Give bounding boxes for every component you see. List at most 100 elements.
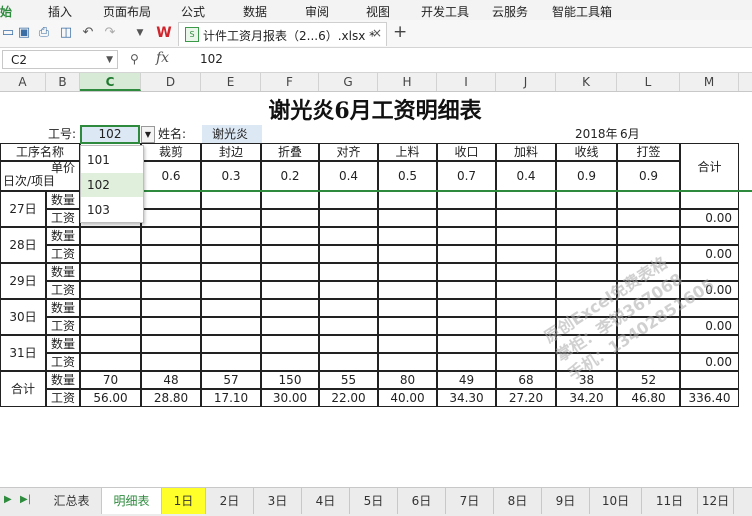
sheet-tab-0[interactable]: 汇总表 bbox=[42, 488, 102, 514]
fx-icon[interactable]: fx bbox=[156, 50, 169, 66]
data-cell[interactable] bbox=[319, 299, 378, 317]
column-header-a[interactable]: A bbox=[0, 73, 46, 91]
data-cell[interactable] bbox=[617, 191, 680, 209]
customize-dropdown-icon[interactable]: ▼ bbox=[132, 25, 148, 41]
data-cell[interactable] bbox=[617, 263, 680, 281]
cell-dropdown-button[interactable]: ▼ bbox=[141, 126, 155, 143]
day-total-2[interactable]: 0.00 bbox=[680, 281, 739, 299]
data-cell[interactable] bbox=[141, 335, 201, 353]
data-cell[interactable] bbox=[319, 317, 378, 335]
data-cell[interactable] bbox=[556, 299, 617, 317]
data-cell[interactable] bbox=[319, 245, 378, 263]
data-cell[interactable] bbox=[261, 317, 319, 335]
data-cell[interactable] bbox=[378, 245, 437, 263]
print-icon[interactable]: ⎙ bbox=[36, 25, 52, 41]
dropdown-option-101[interactable]: 101 bbox=[81, 148, 143, 172]
menu-data[interactable]: 数据 bbox=[243, 3, 267, 20]
data-cell[interactable] bbox=[437, 227, 496, 245]
unit-price-2[interactable]: 0.2 bbox=[261, 161, 319, 191]
data-cell[interactable] bbox=[496, 335, 556, 353]
data-cell[interactable] bbox=[496, 227, 556, 245]
data-cell[interactable] bbox=[201, 263, 261, 281]
unit-price-5[interactable]: 0.7 bbox=[437, 161, 496, 191]
total-qty-4[interactable]: 55 bbox=[319, 371, 378, 389]
day-total-blank[interactable] bbox=[680, 335, 739, 353]
data-cell[interactable] bbox=[437, 353, 496, 371]
data-cell[interactable] bbox=[80, 245, 141, 263]
day-total-blank[interactable] bbox=[680, 263, 739, 281]
data-cell[interactable] bbox=[261, 191, 319, 209]
data-cell[interactable] bbox=[319, 281, 378, 299]
data-cell[interactable] bbox=[437, 209, 496, 227]
total-wage-2[interactable]: 17.10 bbox=[201, 389, 261, 407]
data-cell[interactable] bbox=[80, 263, 141, 281]
data-cell[interactable] bbox=[378, 227, 437, 245]
data-cell[interactable] bbox=[261, 209, 319, 227]
sheet-tab-2[interactable]: 1日 bbox=[162, 488, 206, 514]
total-wage-7[interactable]: 27.20 bbox=[496, 389, 556, 407]
data-cell[interactable] bbox=[261, 335, 319, 353]
total-qty-2[interactable]: 57 bbox=[201, 371, 261, 389]
last-sheet-icon[interactable]: ▶| bbox=[20, 494, 31, 505]
data-cell[interactable] bbox=[141, 191, 201, 209]
total-qty-6[interactable]: 49 bbox=[437, 371, 496, 389]
data-cell[interactable] bbox=[201, 335, 261, 353]
total-wage-9[interactable]: 46.80 bbox=[617, 389, 680, 407]
data-cell[interactable] bbox=[141, 353, 201, 371]
data-cell[interactable] bbox=[80, 299, 141, 317]
data-cell[interactable] bbox=[141, 245, 201, 263]
sheet-tab-9[interactable]: 8日 bbox=[494, 488, 542, 514]
column-header-b[interactable]: B bbox=[46, 73, 80, 91]
day-total-blank[interactable] bbox=[680, 299, 739, 317]
data-cell[interactable] bbox=[80, 353, 141, 371]
data-cell[interactable] bbox=[556, 245, 617, 263]
total-qty-5[interactable]: 80 bbox=[378, 371, 437, 389]
close-tab-icon[interactable]: × bbox=[372, 26, 382, 40]
data-cell[interactable] bbox=[378, 281, 437, 299]
data-cell[interactable] bbox=[496, 263, 556, 281]
data-cell[interactable] bbox=[80, 227, 141, 245]
data-cell[interactable] bbox=[617, 299, 680, 317]
data-cell[interactable] bbox=[437, 299, 496, 317]
data-cell[interactable] bbox=[437, 335, 496, 353]
unit-price-8[interactable]: 0.9 bbox=[617, 161, 680, 191]
total-wage-4[interactable]: 22.00 bbox=[319, 389, 378, 407]
data-cell[interactable] bbox=[378, 191, 437, 209]
undo-icon[interactable]: ↶ bbox=[80, 25, 96, 41]
data-cell[interactable] bbox=[496, 281, 556, 299]
day-total-0[interactable]: 0.00 bbox=[680, 209, 739, 227]
menu-review[interactable]: 审阅 bbox=[305, 3, 329, 20]
sheet-tab-10[interactable]: 9日 bbox=[542, 488, 590, 514]
sheet-tab-6[interactable]: 5日 bbox=[350, 488, 398, 514]
data-cell[interactable] bbox=[201, 281, 261, 299]
data-cell[interactable] bbox=[617, 281, 680, 299]
data-cell[interactable] bbox=[496, 299, 556, 317]
data-cell[interactable] bbox=[201, 209, 261, 227]
data-cell[interactable] bbox=[261, 353, 319, 371]
data-cell[interactable] bbox=[378, 263, 437, 281]
redo-icon[interactable]: ↷ bbox=[102, 25, 118, 41]
total-wage-8[interactable]: 34.20 bbox=[556, 389, 617, 407]
total-qty-9[interactable]: 52 bbox=[617, 371, 680, 389]
formula-input[interactable]: 102 bbox=[200, 52, 223, 66]
data-cell[interactable] bbox=[201, 227, 261, 245]
menu-insert[interactable]: 插入 bbox=[48, 3, 72, 20]
column-header-d[interactable]: D bbox=[141, 73, 201, 91]
data-cell[interactable] bbox=[141, 209, 201, 227]
data-cell[interactable] bbox=[617, 245, 680, 263]
data-cell[interactable] bbox=[617, 227, 680, 245]
column-header-i[interactable]: I bbox=[437, 73, 496, 91]
column-header-h[interactable]: H bbox=[378, 73, 437, 91]
data-cell[interactable] bbox=[319, 263, 378, 281]
data-cell[interactable] bbox=[496, 317, 556, 335]
sheet-tab-3[interactable]: 2日 bbox=[206, 488, 254, 514]
column-header-l[interactable]: L bbox=[617, 73, 680, 91]
total-qty-8[interactable]: 38 bbox=[556, 371, 617, 389]
day-total-1[interactable]: 0.00 bbox=[680, 245, 739, 263]
sheet-tab-4[interactable]: 3日 bbox=[254, 488, 302, 514]
unit-price-6[interactable]: 0.4 bbox=[496, 161, 556, 191]
data-cell[interactable] bbox=[319, 227, 378, 245]
data-cell[interactable] bbox=[437, 245, 496, 263]
data-cell[interactable] bbox=[496, 245, 556, 263]
unit-price-0[interactable]: 0.6 bbox=[141, 161, 201, 191]
